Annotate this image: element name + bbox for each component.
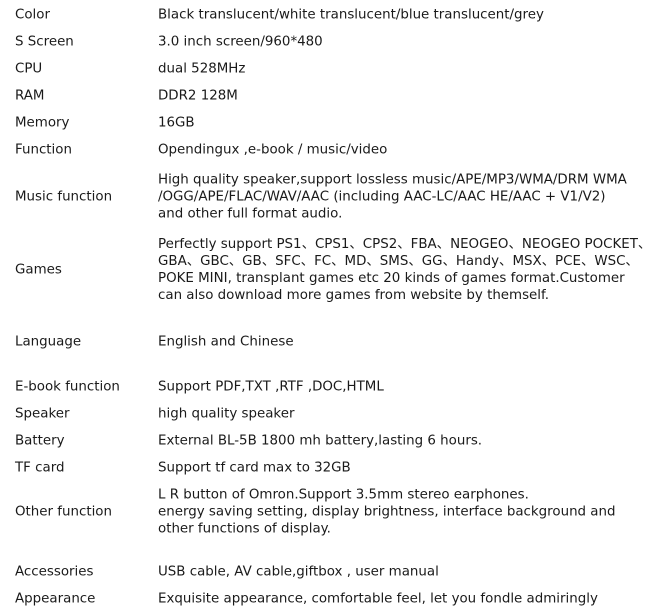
spec-label: CPU xyxy=(15,61,43,77)
spec-value: High quality speaker,support lossless mu… xyxy=(158,172,627,222)
spec-value: External BL-5B 1800 mh battery,lasting 6… xyxy=(158,433,483,449)
spec-value: Opendingux ,e-book / music/video xyxy=(158,142,388,158)
spec-row-ebook-function: E-book function Support PDF,TXT ,RTF ,DO… xyxy=(0,377,661,397)
spec-value: English and Chinese xyxy=(158,334,294,350)
spec-row-appearance: Appearance Exquisite appearance, comfort… xyxy=(0,589,661,609)
spec-label: Function xyxy=(15,142,72,158)
spec-row-tf-card: TF card Support tf card max to 32GB xyxy=(0,458,661,478)
spec-value: USB cable, AV cable,giftbox , user manua… xyxy=(158,564,439,580)
spec-label: E-book function xyxy=(15,379,120,395)
spec-row-language: Language English and Chinese xyxy=(0,332,661,352)
spec-row-music-function: Music function High quality speaker,supp… xyxy=(0,171,661,223)
spec-value: Support PDF,TXT ,RTF ,DOC,HTML xyxy=(158,379,384,395)
spec-value: dual 528MHz xyxy=(158,61,246,77)
spec-row-function: Function Opendingux ,e-book / music/vide… xyxy=(0,140,661,160)
spec-label: Appearance xyxy=(15,591,96,607)
spec-label: RAM xyxy=(15,88,45,104)
spec-value: L R button of Omron.Support 3.5mm stereo… xyxy=(158,487,616,537)
spec-row-battery: Battery External BL-5B 1800 mh battery,l… xyxy=(0,431,661,451)
spec-label: S Screen xyxy=(15,34,74,50)
spec-label: Accessories xyxy=(15,564,94,580)
spec-label: Games xyxy=(15,262,62,278)
spec-label: Language xyxy=(15,334,82,350)
spec-label: Speaker xyxy=(15,406,70,422)
spec-label: Battery xyxy=(15,433,65,449)
spec-value: DDR2 128M xyxy=(158,88,238,104)
spec-label: Music function xyxy=(15,189,113,205)
spec-value: high quality speaker xyxy=(158,406,295,422)
spec-value: Black translucent/white translucent/blue… xyxy=(158,7,544,23)
spec-row-memory: Memory 16GB xyxy=(0,113,661,133)
spec-row-speaker: Speaker high quality speaker xyxy=(0,404,661,424)
spec-row-color: Color Black translucent/white translucen… xyxy=(0,5,661,25)
spec-row-cpu: CPU dual 528MHz xyxy=(0,59,661,79)
spec-value: Support tf card max to 32GB xyxy=(158,460,351,476)
spec-label: Color xyxy=(15,7,50,23)
spec-row-ram: RAM DDR2 128M xyxy=(0,86,661,106)
spec-label: Other function xyxy=(15,504,112,520)
spec-row-games: Games Perfectly support PS1、CPS1、CPS2、FB… xyxy=(0,236,661,304)
spec-label: TF card xyxy=(15,460,65,476)
spec-value: Perfectly support PS1、CPS1、CPS2、FBA、NEOG… xyxy=(158,237,652,303)
spec-value: 16GB xyxy=(158,115,195,131)
spec-value: 3.0 inch screen/960*480 xyxy=(158,34,323,50)
spec-value: Exquisite appearance, comfortable feel, … xyxy=(158,591,598,607)
spec-row-other-function: Other function L R button of Omron.Suppo… xyxy=(0,486,661,538)
spec-row-accessories: Accessories USB cable, AV cable,giftbox … xyxy=(0,562,661,582)
spec-row-screen: S Screen 3.0 inch screen/960*480 xyxy=(0,32,661,52)
spec-label: Memory xyxy=(15,115,70,131)
